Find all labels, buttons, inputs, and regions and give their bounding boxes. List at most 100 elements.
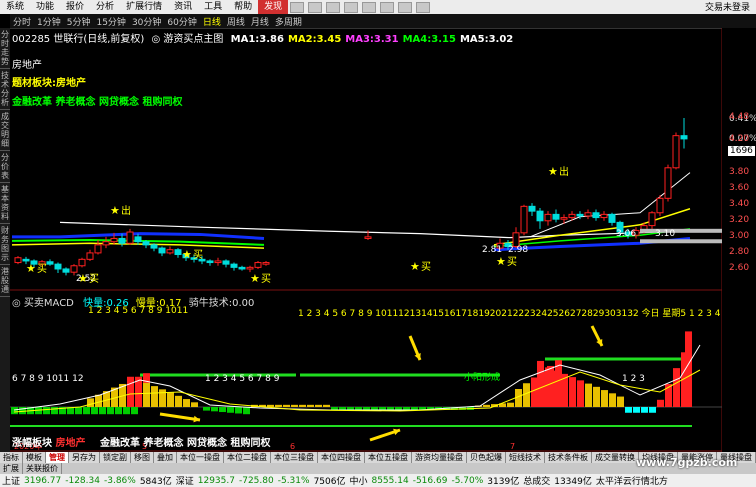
indicator-tab[interactable]: 本位二操盘 (224, 452, 271, 463)
macd-bar (227, 407, 234, 413)
macd-count-right: 1 2 3 4 5 6 7 8 9 1011121314151617181920… (298, 309, 721, 319)
macd-bar (183, 399, 190, 407)
zx-pct: -5.70% (451, 475, 484, 486)
candle-body (656, 197, 664, 214)
macd-bar (211, 407, 218, 412)
macd-bar (411, 407, 418, 410)
indicator-tab[interactable]: 模板 (23, 452, 46, 463)
indicator-tab[interactable]: 技术条件板 (545, 452, 592, 463)
sub-tab-ext[interactable]: 扩展 (0, 463, 23, 474)
indicator-tab[interactable]: 本位四操盘 (318, 452, 365, 463)
buy-signal-label: 买 (421, 261, 431, 273)
indicator-tab[interactable]: 短线技术 (506, 452, 545, 463)
concepts-label: 金融改革 养老概念 网贷概念 租购同权 (12, 97, 183, 108)
macd-bar (483, 404, 490, 407)
macd-bar (323, 404, 330, 407)
watermark: www.7gpzb.com (636, 456, 738, 469)
price-axis-tick: 3.80 (729, 166, 750, 177)
macd-bar (219, 407, 226, 413)
macd-bar (127, 376, 134, 407)
indicator-tab[interactable]: 本位三操盘 (271, 452, 318, 463)
buy-signal-label: 买 (37, 263, 47, 275)
buy-signal-label: 买 (89, 273, 99, 285)
sz-pct: -5.31% (277, 475, 310, 486)
hot-sector-title: 题材板块: (12, 78, 56, 89)
sh-change: -128.34 (65, 475, 100, 486)
buy-signal-label: 买 (507, 256, 517, 268)
macd-bar (99, 407, 106, 415)
macd-bar (531, 377, 538, 407)
candle-body (576, 213, 584, 217)
candle-body (142, 241, 150, 246)
candle-body (680, 135, 688, 140)
buy-signal-star: ★ (410, 260, 420, 273)
ma-1-value: MA1:3.86 (230, 34, 284, 45)
indicator-tab[interactable]: 叠加 (154, 452, 177, 463)
macd-bar (641, 407, 648, 413)
price-axis-tick: 2.60 (729, 262, 750, 273)
indicator-tab[interactable]: 本位五操盘 (365, 452, 412, 463)
sh-pct: -3.86% (103, 475, 136, 486)
price-axis-tick: 3.40 (729, 198, 750, 209)
candle-body (222, 260, 230, 265)
macd-bar (403, 407, 410, 410)
macd-bar (235, 407, 242, 414)
macd-row2-mid: 1 2 3 4 5 6 7 8 9 (205, 374, 280, 384)
indicator-name: ◎ 游资买点主图 (151, 34, 224, 45)
zx-label: 中小 (349, 477, 368, 487)
buy-signal-star: ★ (26, 262, 36, 275)
status-bar: 上证 3196.77 -128.34 -3.86% 5843亿 深证 12935… (0, 474, 756, 487)
buy-signal-star: ★ (78, 272, 88, 285)
candle-body (238, 266, 246, 270)
indicator-tab[interactable]: 本位一操盘 (177, 452, 224, 463)
zx-change: -516.69 (412, 475, 448, 486)
candle-body (158, 247, 166, 254)
macd-bar (395, 407, 402, 410)
macd-bar (243, 407, 250, 415)
price-marker: 3.10 (655, 229, 675, 239)
buy-signal-star: ★ (250, 272, 260, 285)
ma-4-value: MA4:3.15 (402, 34, 456, 45)
candle-body (118, 237, 126, 244)
macd-bar (107, 407, 114, 415)
macd-bar (143, 382, 150, 407)
price-marker: 2.98 (508, 245, 528, 255)
indicator-tab[interactable]: 成交量转换 (592, 452, 639, 463)
macd-bar (545, 367, 552, 407)
macd-bar (307, 404, 314, 407)
macd-bar (151, 386, 158, 407)
indicator-tab[interactable]: 游资均量操盘 (412, 452, 467, 463)
candle-body (520, 205, 528, 234)
macd-bar (291, 404, 298, 407)
pattern-label: 小阳形成 (464, 373, 501, 383)
sub-tab-related[interactable]: 关联报价 (23, 463, 62, 474)
macd-bar (43, 407, 50, 415)
indicator-tab[interactable]: 管理 (46, 452, 69, 463)
indicator-tab[interactable]: 指标 (0, 452, 23, 463)
macd-bar (625, 407, 632, 413)
macd-bar (355, 407, 362, 410)
candle-body (166, 249, 174, 254)
buy-signal-label: 买 (261, 273, 271, 285)
macd-bar (569, 377, 576, 407)
industry-label: 房地产 (12, 60, 42, 71)
candle-body (134, 236, 142, 243)
candle-body (102, 241, 110, 246)
macd-count-left: 1 2 3 4 5 6 7 8 9 1011 (88, 306, 189, 316)
macd-bar (51, 407, 58, 415)
indicator-tab[interactable]: 贝色起爆 (467, 452, 506, 463)
indicator-tab[interactable]: 移图 (131, 452, 154, 463)
candle-body (592, 212, 600, 219)
macd-bar (159, 389, 166, 407)
candle-body (568, 213, 576, 219)
macd-bar (115, 407, 122, 415)
candle-body (544, 213, 552, 222)
kline-chart[interactable]: 2.522.812.983.063.10★买★买★出★买★买★买★买★出 1.0… (0, 0, 756, 487)
macd-bar (649, 407, 656, 413)
indicator-tab[interactable]: 另存为 (69, 452, 100, 463)
candle-body (22, 258, 30, 262)
buy-signal-label: 买 (193, 249, 203, 261)
macd-bar (131, 407, 138, 415)
macd-bar (123, 407, 130, 415)
indicator-tab[interactable]: 锁定副 (100, 452, 131, 463)
